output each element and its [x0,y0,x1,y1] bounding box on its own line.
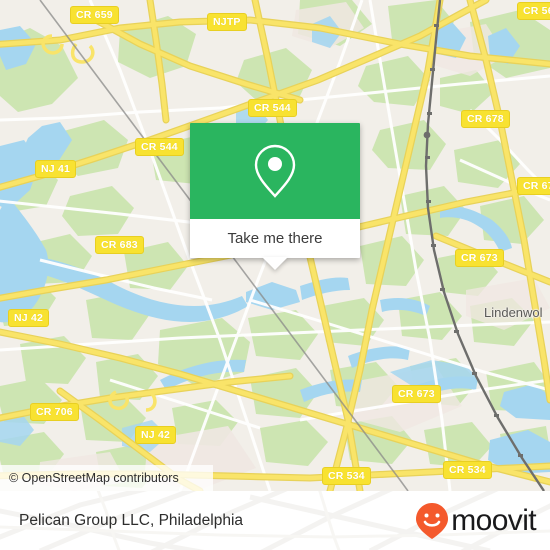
shield-cr-544-top[interactable]: CR 544 [248,99,297,117]
shield-cr-678[interactable]: CR 678 [461,110,510,128]
location-title: Pelican Group LLC, Philadelphia [19,511,244,529]
take-me-there-label[interactable]: Take me there [227,230,322,247]
moovit-wordmark: moovit [451,503,536,537]
destination-popup-card[interactable]: Take me there [190,123,360,270]
shield-cr-706[interactable]: CR 706 [30,403,79,421]
map-pin-icon [254,144,296,198]
shield-cr-67[interactable]: CR 67 [517,177,550,195]
shield-nj-42-bottom[interactable]: NJ 42 [135,426,177,444]
shield-cr-544-left[interactable]: CR 544 [135,138,184,156]
map-canvas[interactable]: CR 659 NJTP CR 56 CR 544 CR 678 CR 544 N… [0,0,550,491]
moovit-brand-logo[interactable]: moovit [415,502,537,540]
rail-station-marker [423,131,431,139]
popup-footer[interactable]: Take me there [190,219,360,270]
osm-attribution-bar[interactable]: © OpenStreetMap contributors [0,465,213,491]
map-screenshot: CR 659 NJTP CR 56 CR 544 CR 678 CR 544 N… [0,0,550,550]
moovit-smiley-pin-icon [416,502,449,539]
popup-header [190,123,360,219]
footer-bar: Pelican Group LLC, Philadelphia moovit [0,491,550,550]
shield-cr-673-right[interactable]: CR 673 [455,249,504,267]
shield-nj-41[interactable]: NJ 41 [35,160,77,178]
shield-njtp[interactable]: NJTP [207,13,247,31]
shield-nj-42-left[interactable]: NJ 42 [8,309,50,327]
shield-cr-534-right[interactable]: CR 534 [443,461,492,479]
shield-cr-673-bottom[interactable]: CR 673 [392,385,441,403]
place-label-lindenwold: Lindenwol [484,305,543,320]
shield-cr-56[interactable]: CR 56 [517,2,550,20]
shield-cr-534-left[interactable]: CR 534 [322,467,371,485]
shield-cr-683[interactable]: CR 683 [95,236,144,254]
popup-pointer-tail [262,257,288,270]
osm-attribution-text[interactable]: © OpenStreetMap contributors [9,471,179,485]
shield-cr-659[interactable]: CR 659 [70,6,119,24]
